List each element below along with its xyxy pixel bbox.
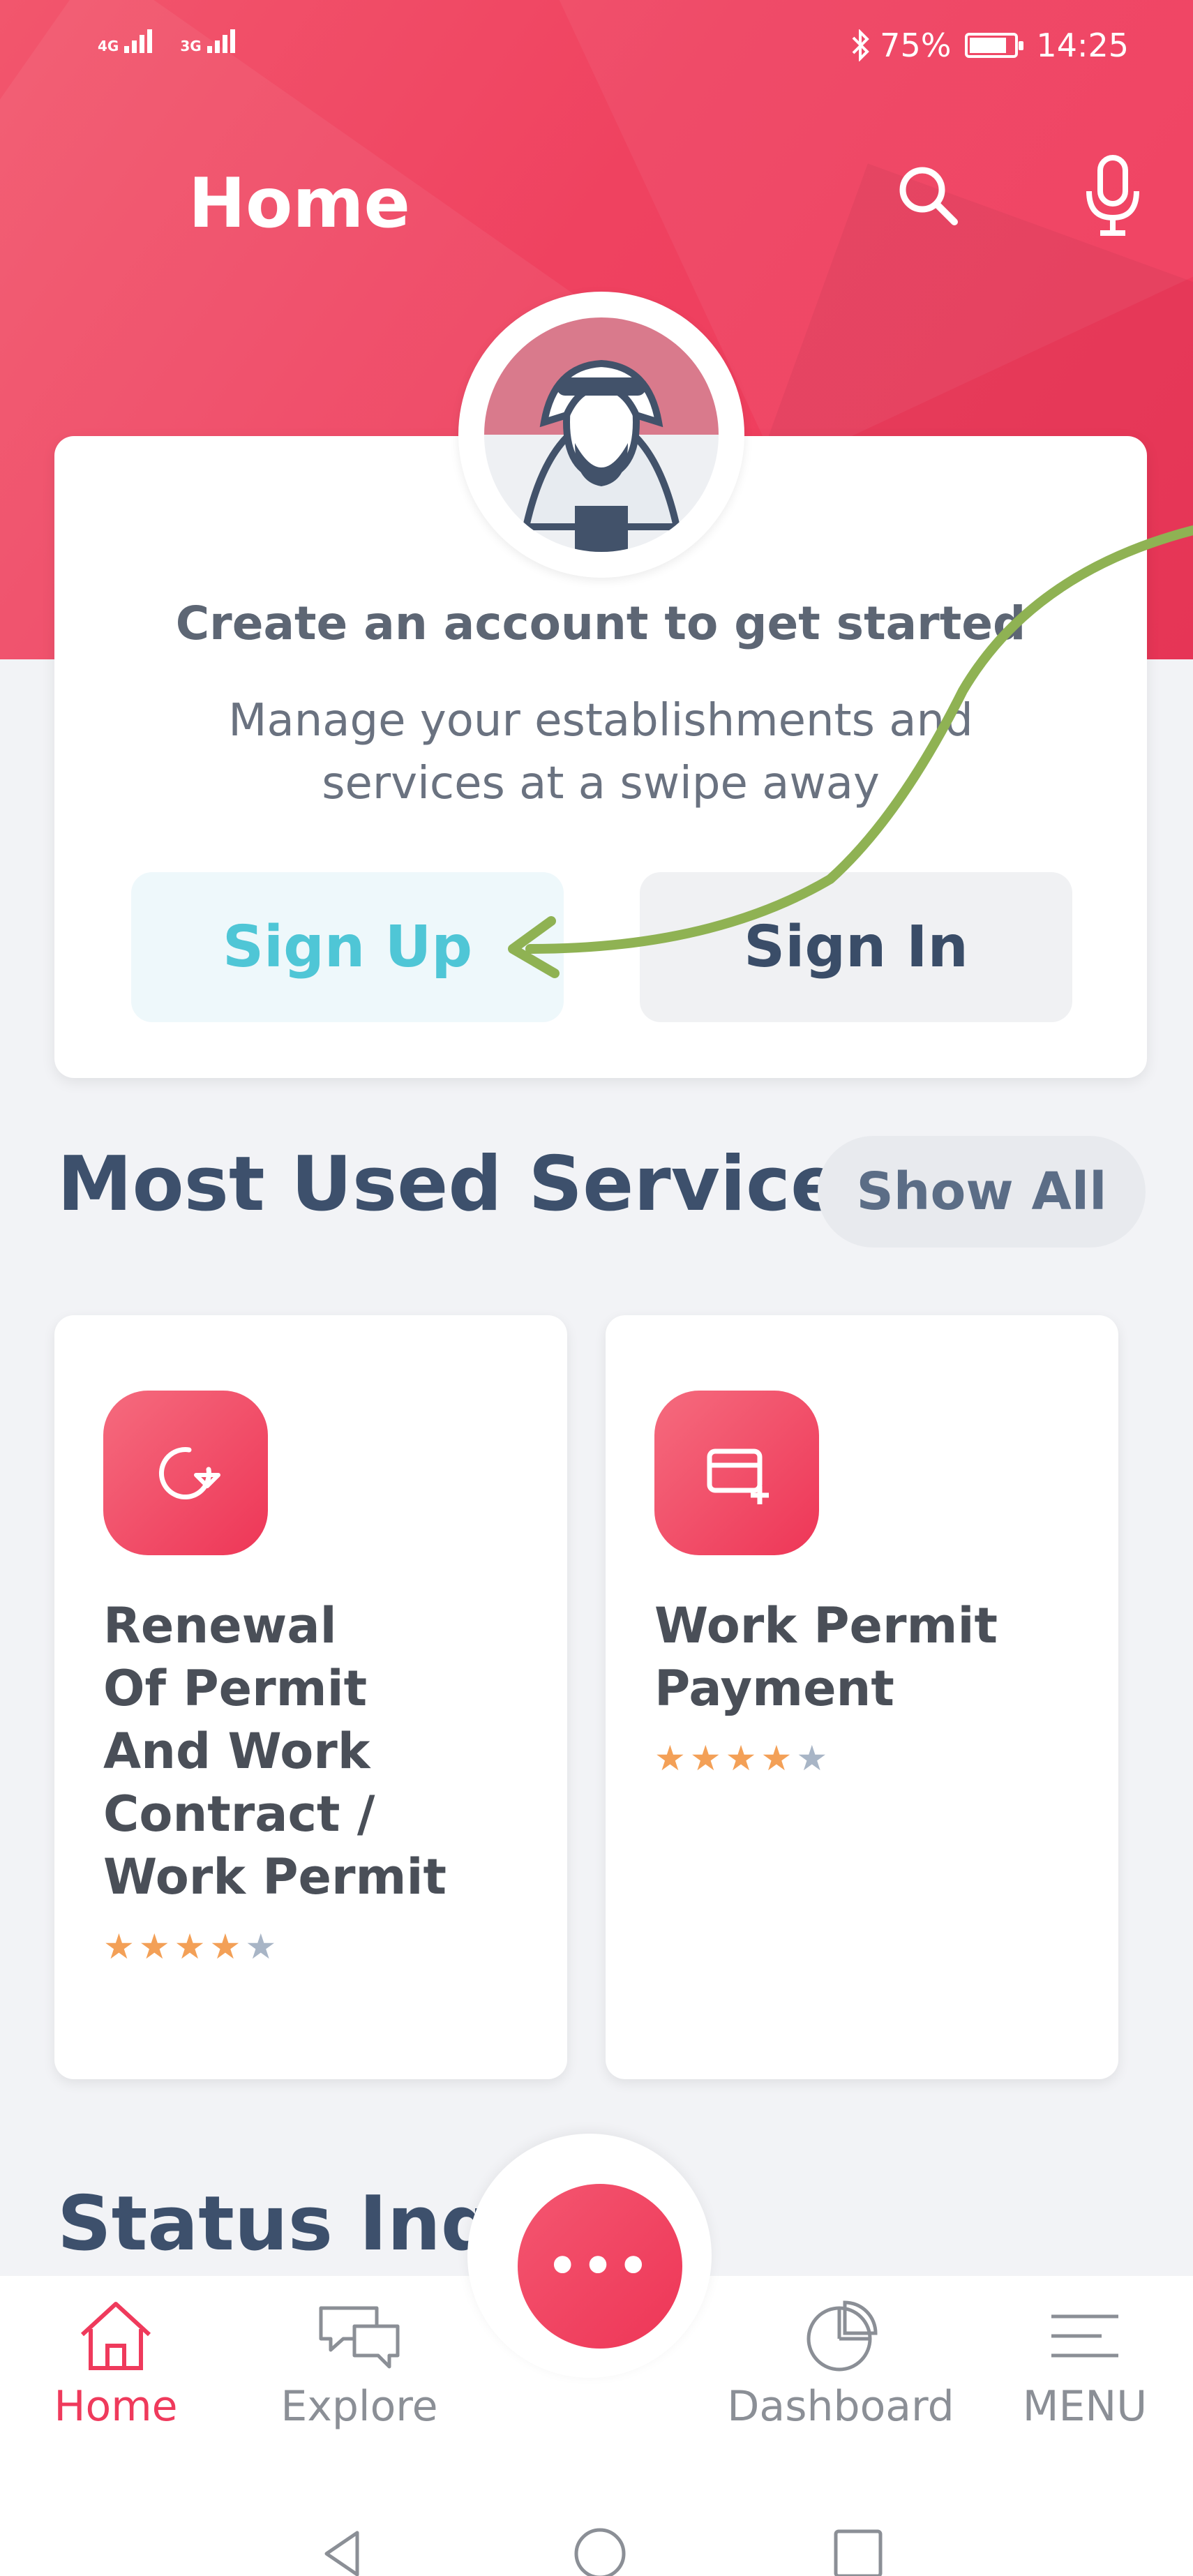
microphone-icon[interactable]	[1074, 155, 1151, 236]
pie-chart-icon	[806, 2300, 878, 2372]
battery-icon	[965, 33, 1024, 58]
service-title: Renewal Of Permit And Work Contract / Wo…	[103, 1597, 447, 1905]
nav-item-menu[interactable]: MENU	[1012, 2296, 1158, 2431]
nav-item-explore[interactable]: Explore	[280, 2296, 438, 2431]
nav-item-home[interactable]: Home	[46, 2296, 186, 2431]
card-payment-icon	[654, 1391, 819, 1555]
status-bar: 4G 3G 75% 14:25	[0, 0, 1193, 94]
back-icon[interactable]	[314, 2526, 370, 2576]
renew-icon	[103, 1391, 268, 1555]
clock: 14:25	[1036, 27, 1129, 64]
rating-stars: ★ ★ ★ ★ ★	[103, 1926, 277, 1967]
nav-item-dashboard[interactable]: Dashboard	[727, 2296, 954, 2431]
card-subtitle: Manage your establishments and services …	[228, 695, 973, 809]
service-card-renewal[interactable]: Renewal Of Permit And Work Contract / Wo…	[54, 1315, 567, 2079]
card-heading: Create an account to get started	[175, 597, 1026, 650]
signal-icon: 4G	[98, 29, 153, 53]
bluetooth-icon	[852, 29, 870, 61]
recents-icon[interactable]	[830, 2526, 886, 2576]
home-circle-icon[interactable]	[572, 2526, 628, 2576]
signal-icon: 3G	[180, 29, 235, 53]
page-title: Home	[188, 164, 410, 244]
most-used-services-title: Most Used Services	[57, 1141, 887, 1228]
service-card-work-permit-payment[interactable]: Work Permit Payment ★ ★ ★ ★ ★	[606, 1315, 1118, 2079]
rating-stars: ★ ★ ★ ★ ★	[654, 1738, 828, 1779]
sign-in-button[interactable]: Sign In	[640, 872, 1072, 1022]
sign-up-button[interactable]: Sign Up	[131, 872, 564, 1022]
menu-icon	[1051, 2314, 1118, 2358]
search-icon[interactable]	[890, 157, 966, 234]
home-icon	[80, 2302, 151, 2370]
show-all-button[interactable]: Show All	[818, 1136, 1146, 1248]
battery-percent: 75%	[880, 27, 952, 64]
more-dots-icon[interactable]: •••	[518, 2184, 682, 2349]
service-title: Work Permit Payment	[654, 1597, 998, 1717]
chat-bubbles-icon	[319, 2306, 400, 2369]
avatar-icon	[484, 317, 719, 552]
